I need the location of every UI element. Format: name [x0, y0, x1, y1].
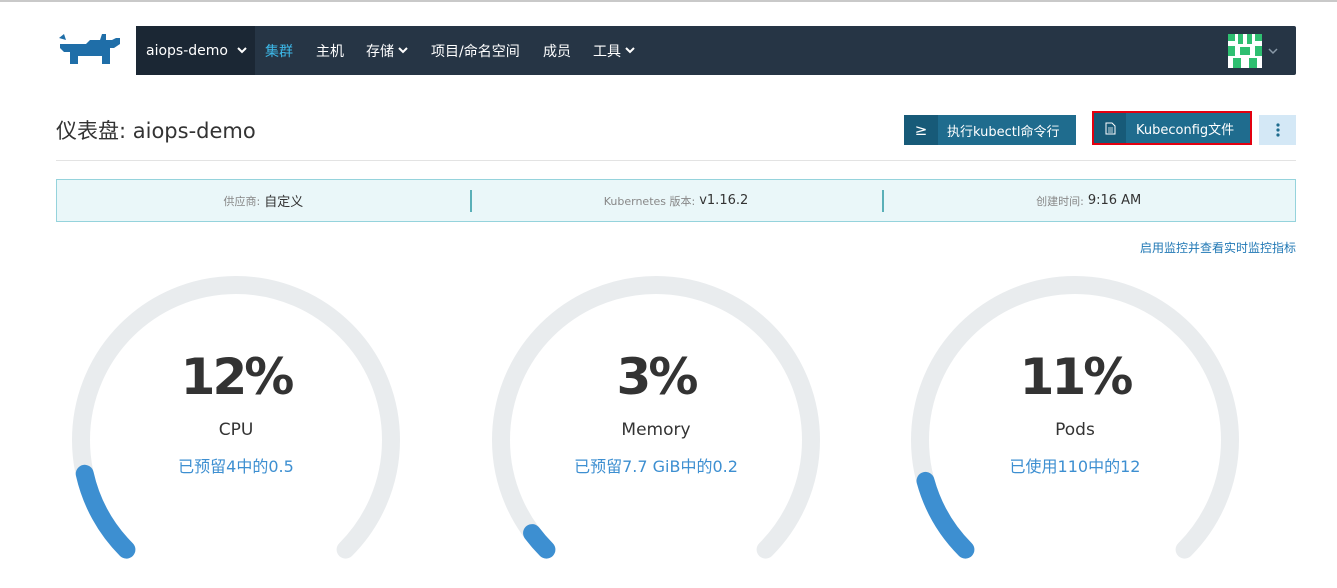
- gauge-label: CPU: [218, 420, 254, 440]
- gauge-fill: [75, 464, 136, 559]
- chevron-down-icon: [625, 47, 635, 54]
- more-actions-button[interactable]: [1259, 115, 1296, 145]
- gauge-fill: [523, 524, 556, 559]
- chevron-down-icon: [237, 47, 247, 54]
- memory-gauge: 3% Memory 已预留7.7 GiB中的0.2: [486, 270, 826, 570]
- nav-item-label: 工具: [593, 43, 621, 60]
- kubeconfig-button-label: Kubeconfig文件: [1136, 122, 1235, 138]
- terminal-icon: ≥: [904, 115, 938, 145]
- window-top-border: [0, 0, 1337, 2]
- nav-item-label: 集群: [265, 43, 293, 60]
- created-time-value: 9:16 AM: [1087, 193, 1142, 208]
- kubernetes-version-value: v1.16.2: [699, 193, 749, 208]
- title-divider: [56, 160, 1296, 161]
- provider-key: 供应商:: [223, 194, 261, 208]
- vertical-dots-icon: [1275, 123, 1280, 137]
- cluster-name: aiops-demo: [146, 42, 228, 59]
- nav-item-hosts[interactable]: 主机: [316, 26, 344, 75]
- cluster-info-banner: 供应商: 自定义 Kubernetes 版本: v1.16.2 创建时间: 9:…: [56, 179, 1296, 222]
- gauge-percent: 11%: [1019, 348, 1134, 406]
- pods-gauge: 11% Pods 已使用110中的12: [905, 270, 1245, 570]
- kubeconfig-file-button[interactable]: Kubeconfig文件: [1092, 111, 1252, 145]
- kubernetes-version-key: Kubernetes 版本:: [603, 194, 696, 208]
- gauge-percent: 12%: [180, 348, 295, 406]
- cluster-selector[interactable]: aiops-demo: [136, 26, 255, 75]
- nav-item-label: 主机: [316, 43, 344, 60]
- nav-item-cluster[interactable]: 集群: [265, 26, 293, 75]
- file-icon: [1094, 113, 1126, 143]
- gauge-percent: 3%: [616, 348, 699, 406]
- nav-item-storage[interactable]: 存储: [366, 26, 408, 75]
- user-avatar-icon: [1228, 34, 1262, 68]
- gauge-subtext: 已预留7.7 GiB中的0.2: [574, 457, 738, 476]
- chevron-down-icon: [398, 47, 408, 54]
- kubernetes-version-info: Kubernetes 版本: v1.16.2: [469, 180, 883, 221]
- kubectl-button-label: 执行kubectl命令行: [947, 124, 1060, 140]
- rancher-logo-icon[interactable]: [56, 30, 124, 70]
- created-time-info: 创建时间: 9:16 AM: [882, 180, 1295, 221]
- cpu-gauge: 12% CPU 已预留4中的0.5: [66, 270, 406, 570]
- created-time-key: 创建时间:: [1036, 194, 1084, 208]
- nav-item-label: 存储: [366, 43, 394, 60]
- provider-info: 供应商: 自定义: [57, 180, 470, 221]
- user-menu[interactable]: [1228, 34, 1278, 68]
- gauge-fill: [916, 471, 975, 559]
- main-navbar: aiops-demo 集群 主机 存储 项目/命名空间 成员 工具: [136, 26, 1296, 75]
- chevron-down-icon: [1268, 47, 1278, 54]
- gauge-subtext: 已使用110中的12: [1009, 457, 1141, 476]
- nav-item-projects-namespaces[interactable]: 项目/命名空间: [431, 26, 520, 75]
- provider-value: 自定义: [264, 195, 304, 210]
- nav-item-label: 项目/命名空间: [431, 43, 520, 60]
- gauge-label: Memory: [621, 420, 691, 440]
- page-title: 仪表盘: aiops-demo: [56, 119, 256, 143]
- nav-item-tools[interactable]: 工具: [593, 26, 635, 75]
- nav-item-members[interactable]: 成员: [543, 26, 571, 75]
- gauge-subtext: 已预留4中的0.5: [178, 457, 294, 476]
- gauge-label: Pods: [1055, 420, 1095, 440]
- gauge-track: [911, 276, 1239, 559]
- enable-monitoring-link[interactable]: 启用监控并查看实时监控指标: [1140, 239, 1296, 256]
- nav-item-label: 成员: [543, 43, 571, 60]
- gauge-track: [492, 276, 820, 559]
- gauge-track: [72, 276, 400, 559]
- kubectl-shell-button[interactable]: ≥ 执行kubectl命令行: [904, 115, 1076, 145]
